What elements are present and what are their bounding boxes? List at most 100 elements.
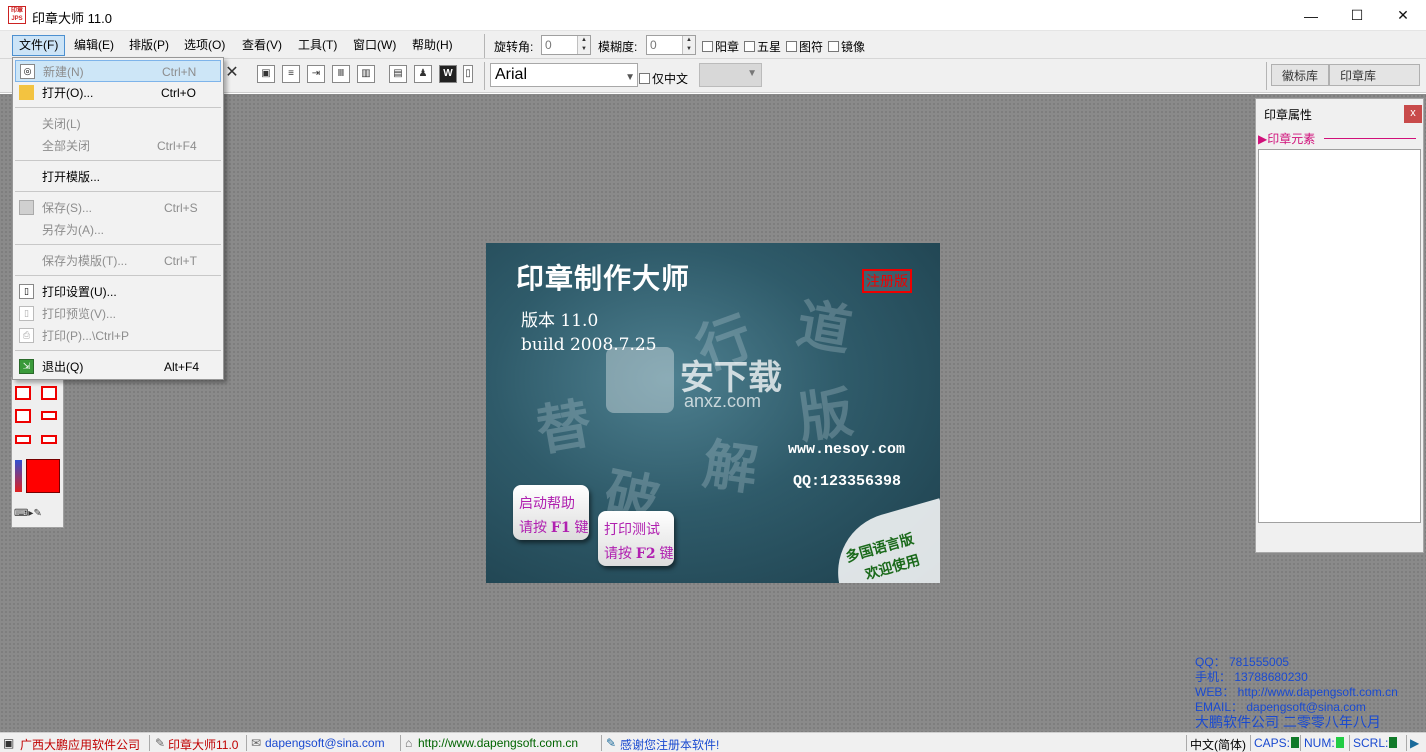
tab-stamp-library[interactable]: 印章库 xyxy=(1329,64,1420,86)
print-button-key: F2 xyxy=(635,546,656,562)
menu-item-close[interactable]: 关闭(L) xyxy=(15,113,221,135)
registered-badge: 注册版 xyxy=(862,269,912,293)
spinner-arrows-icon[interactable]: ▲ ▼ xyxy=(682,36,695,54)
menu-item-print-preview[interactable]: ▯ 打印预览(V)... xyxy=(15,303,221,325)
rotation-value: 0 xyxy=(545,38,552,52)
print-preview-icon: ▯ xyxy=(19,306,34,321)
shape-tool-icon[interactable] xyxy=(15,386,31,400)
info-icon: ✎ xyxy=(606,736,617,750)
splash-deco-char: 解 xyxy=(699,431,762,503)
splash-qq: QQ:123356398 xyxy=(793,473,902,490)
shape-tool-icon[interactable] xyxy=(41,386,57,400)
help-f1-button[interactable]: 启动帮助 请按 F1 键 xyxy=(513,485,589,540)
menu-separator xyxy=(15,191,221,192)
align-left-icon[interactable]: ≡ xyxy=(282,65,300,83)
checkbox-label: 图符 xyxy=(799,40,824,54)
menu-window[interactable]: 窗口(W) xyxy=(347,35,402,56)
app-logo-icon: 印章 JPS xyxy=(8,6,26,24)
chevron-down-icon[interactable]: ▼ xyxy=(625,67,635,89)
image-icon[interactable]: ▤ xyxy=(389,65,407,83)
menu-item-print[interactable]: ⎙ 打印(P)...\Ctrl+P xyxy=(15,325,221,347)
menu-item-open-template[interactable]: 打开模版... xyxy=(15,166,221,188)
menu-item-close-all[interactable]: 全部关闭 Ctrl+F4 xyxy=(15,135,221,157)
minimize-button[interactable]: — xyxy=(1288,0,1334,31)
status-divider xyxy=(400,735,401,751)
stamp-icon[interactable]: ♟ xyxy=(414,65,432,83)
menu-help[interactable]: 帮助(H) xyxy=(406,35,459,56)
checkbox-box[interactable] xyxy=(744,41,755,52)
menu-separator xyxy=(15,244,221,245)
menu-layout[interactable]: 排版(P) xyxy=(123,35,175,56)
align-center-icon[interactable]: ▣ xyxy=(257,65,275,83)
menu-options[interactable]: 选项(O) xyxy=(178,35,231,56)
current-color-swatch[interactable] xyxy=(26,459,60,493)
menu-separator xyxy=(15,275,221,276)
yang-stamp-checkbox[interactable]: 阳章 xyxy=(702,38,739,55)
menu-item-save-template[interactable]: 保存为模版(T)... Ctrl+T xyxy=(15,250,221,272)
menu-item-label: 打开(O)... xyxy=(42,86,94,100)
print-test-f2-button[interactable]: 打印测试 请按 F2 键 xyxy=(598,511,674,566)
menu-item-shortcut: Ctrl+T xyxy=(164,254,197,268)
word-icon[interactable]: W xyxy=(439,65,457,83)
delete-icon[interactable]: ✕ xyxy=(223,65,241,83)
chinese-only-checkbox[interactable]: 仅中文 xyxy=(639,70,688,87)
play-icon[interactable]: ▶ xyxy=(1410,736,1419,750)
status-divider xyxy=(1300,735,1301,751)
menu-view[interactable]: 查看(V) xyxy=(236,35,288,56)
menu-tools[interactable]: 工具(T) xyxy=(292,35,343,56)
shape-tool-icon[interactable] xyxy=(41,435,57,444)
five-star-checkbox[interactable]: 五星 xyxy=(744,38,781,55)
symbol-checkbox[interactable]: 图符 xyxy=(786,38,823,55)
contact-phone: 手机： 13788680230 xyxy=(1195,670,1308,684)
checkbox-box[interactable] xyxy=(786,41,797,52)
align-right-icon[interactable]: ⇥ xyxy=(307,65,325,83)
menu-item-open[interactable]: 打开(O)... Ctrl+O xyxy=(15,82,221,104)
font-size-select[interactable]: ▼ xyxy=(699,63,762,87)
status-website[interactable]: http://www.dapengsoft.com.cn xyxy=(418,736,578,750)
menu-edit[interactable]: 编辑(E) xyxy=(68,35,120,56)
rotation-spinner[interactable]: 0 ▲ ▼ xyxy=(541,35,591,55)
spinner-arrows-icon[interactable]: ▲ ▼ xyxy=(577,36,590,54)
blur-spinner[interactable]: 0 ▲ ▼ xyxy=(646,35,696,55)
stamp-elements-section[interactable]: ▶印章元素 xyxy=(1258,130,1315,147)
checkbox-label: 阳章 xyxy=(715,40,740,54)
close-window-button[interactable]: ✕ xyxy=(1380,0,1426,31)
shape-tool-icon[interactable] xyxy=(41,411,57,420)
save-icon xyxy=(19,200,34,215)
menu-item-save-as[interactable]: 另存为(A)... xyxy=(15,219,221,241)
color-gradient-icon[interactable] xyxy=(15,460,22,492)
eraser-tool-icon[interactable]: ⌨▸✎ xyxy=(14,508,42,519)
checkbox-box[interactable] xyxy=(828,41,839,52)
multilanguage-badge: 多国语言版 欢迎使用 xyxy=(823,498,940,583)
print-button-prefix: 请按 xyxy=(604,545,632,561)
menu-item-print-setup[interactable]: ▯ 打印设置(U)... xyxy=(15,281,221,303)
menu-item-exit[interactable]: ⇲ 退出(Q) Alt+F4 xyxy=(15,356,221,378)
align-bottom-icon[interactable]: ▥ xyxy=(357,65,375,83)
font-select[interactable]: Arial ▼ xyxy=(490,63,638,87)
version-line: 版本 11.0 xyxy=(521,311,599,331)
menu-item-save[interactable]: 保存(S)... Ctrl+S xyxy=(15,197,221,219)
tab-logo-library[interactable]: 徽标库 xyxy=(1271,64,1330,86)
toolbar-divider xyxy=(484,62,485,90)
chevron-down-icon[interactable]: ▼ xyxy=(747,68,757,79)
stamp-elements-list[interactable] xyxy=(1258,149,1421,523)
more-tools-icon[interactable]: ▯ xyxy=(463,65,473,83)
section-label: 印章元素 xyxy=(1267,132,1316,146)
menu-item-label: 全部关闭 xyxy=(42,139,91,153)
status-email[interactable]: dapengsoft@sina.com xyxy=(265,736,385,750)
menu-item-label: 关闭(L) xyxy=(42,117,81,131)
shape-tool-icon[interactable] xyxy=(15,409,31,423)
menu-item-label: 另存为(A)... xyxy=(42,223,104,237)
print-setup-icon: ▯ xyxy=(19,284,34,299)
contact-qq: QQ： 781555005 xyxy=(1195,655,1290,669)
menu-file[interactable]: 文件(F) xyxy=(12,35,66,56)
panel-close-button[interactable]: x xyxy=(1404,105,1422,123)
align-top-icon[interactable]: Ⅲ xyxy=(332,65,350,83)
maximize-button[interactable]: ☐ xyxy=(1334,0,1380,31)
checkbox-box[interactable] xyxy=(639,73,650,84)
checkbox-label: 五星 xyxy=(757,40,782,54)
checkbox-box[interactable] xyxy=(702,41,713,52)
shape-tool-icon[interactable] xyxy=(15,435,31,444)
mirror-checkbox[interactable]: 镜像 xyxy=(828,38,865,55)
menu-item-new[interactable]: ◎ 新建(N) Ctrl+N xyxy=(15,60,221,82)
